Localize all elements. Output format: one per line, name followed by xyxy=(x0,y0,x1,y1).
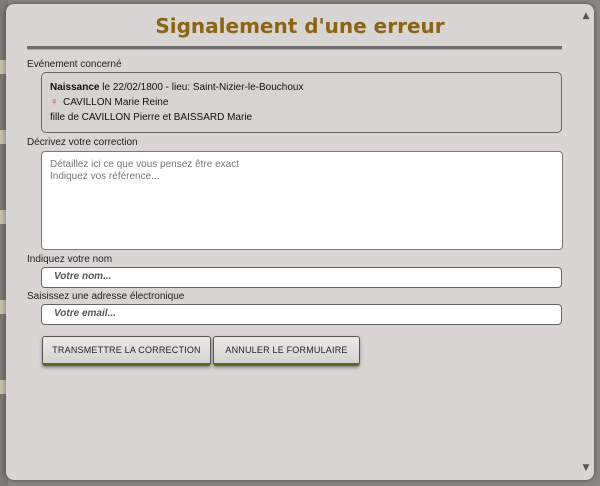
email-input[interactable]: Votre email... xyxy=(41,304,562,325)
name-input[interactable]: Votre nom... xyxy=(41,267,562,288)
name-label: Indiquez votre nom xyxy=(27,254,113,265)
cancel-form-button[interactable]: ANNULER LE FORMULAIRE xyxy=(213,336,360,366)
event-summary: Naissance le 22/02/1800 - lieu: Saint-Ni… xyxy=(41,72,562,133)
error-report-modal: ▲ ▼ Signalement d'une erreur Evénement c… xyxy=(6,4,594,480)
modal-title: Signalement d'une erreur xyxy=(155,14,445,38)
person-name: CAVILLON Marie Reine xyxy=(63,97,169,108)
correction-label: Décrivez votre correction xyxy=(27,137,138,148)
correction-textarea[interactable]: Détaillez ici ce que vous pensez être ex… xyxy=(41,151,563,250)
event-section-label: Evénement concerné xyxy=(27,59,122,70)
scroll-down-icon[interactable]: ▼ xyxy=(580,462,592,474)
person-line: ♀ CAVILLON Marie Reine xyxy=(50,95,553,110)
person-parents: fille de CAVILLON Pierre et BAISSARD Mar… xyxy=(50,112,253,123)
title-divider xyxy=(27,46,562,50)
email-label: Saisissez une adresse électronique xyxy=(27,291,185,302)
event-details: le 22/02/1800 - lieu: Saint-Nizier-le-Bo… xyxy=(102,82,304,93)
female-icon: ♀ xyxy=(50,96,59,108)
event-type: Naissance xyxy=(50,82,100,93)
modal-scrollbar[interactable]: ▲ ▼ xyxy=(580,6,592,478)
event-line: Naissance le 22/02/1800 - lieu: Saint-Ni… xyxy=(50,80,553,95)
submit-correction-button[interactable]: TRANSMETTRE LA CORRECTION xyxy=(42,336,211,366)
